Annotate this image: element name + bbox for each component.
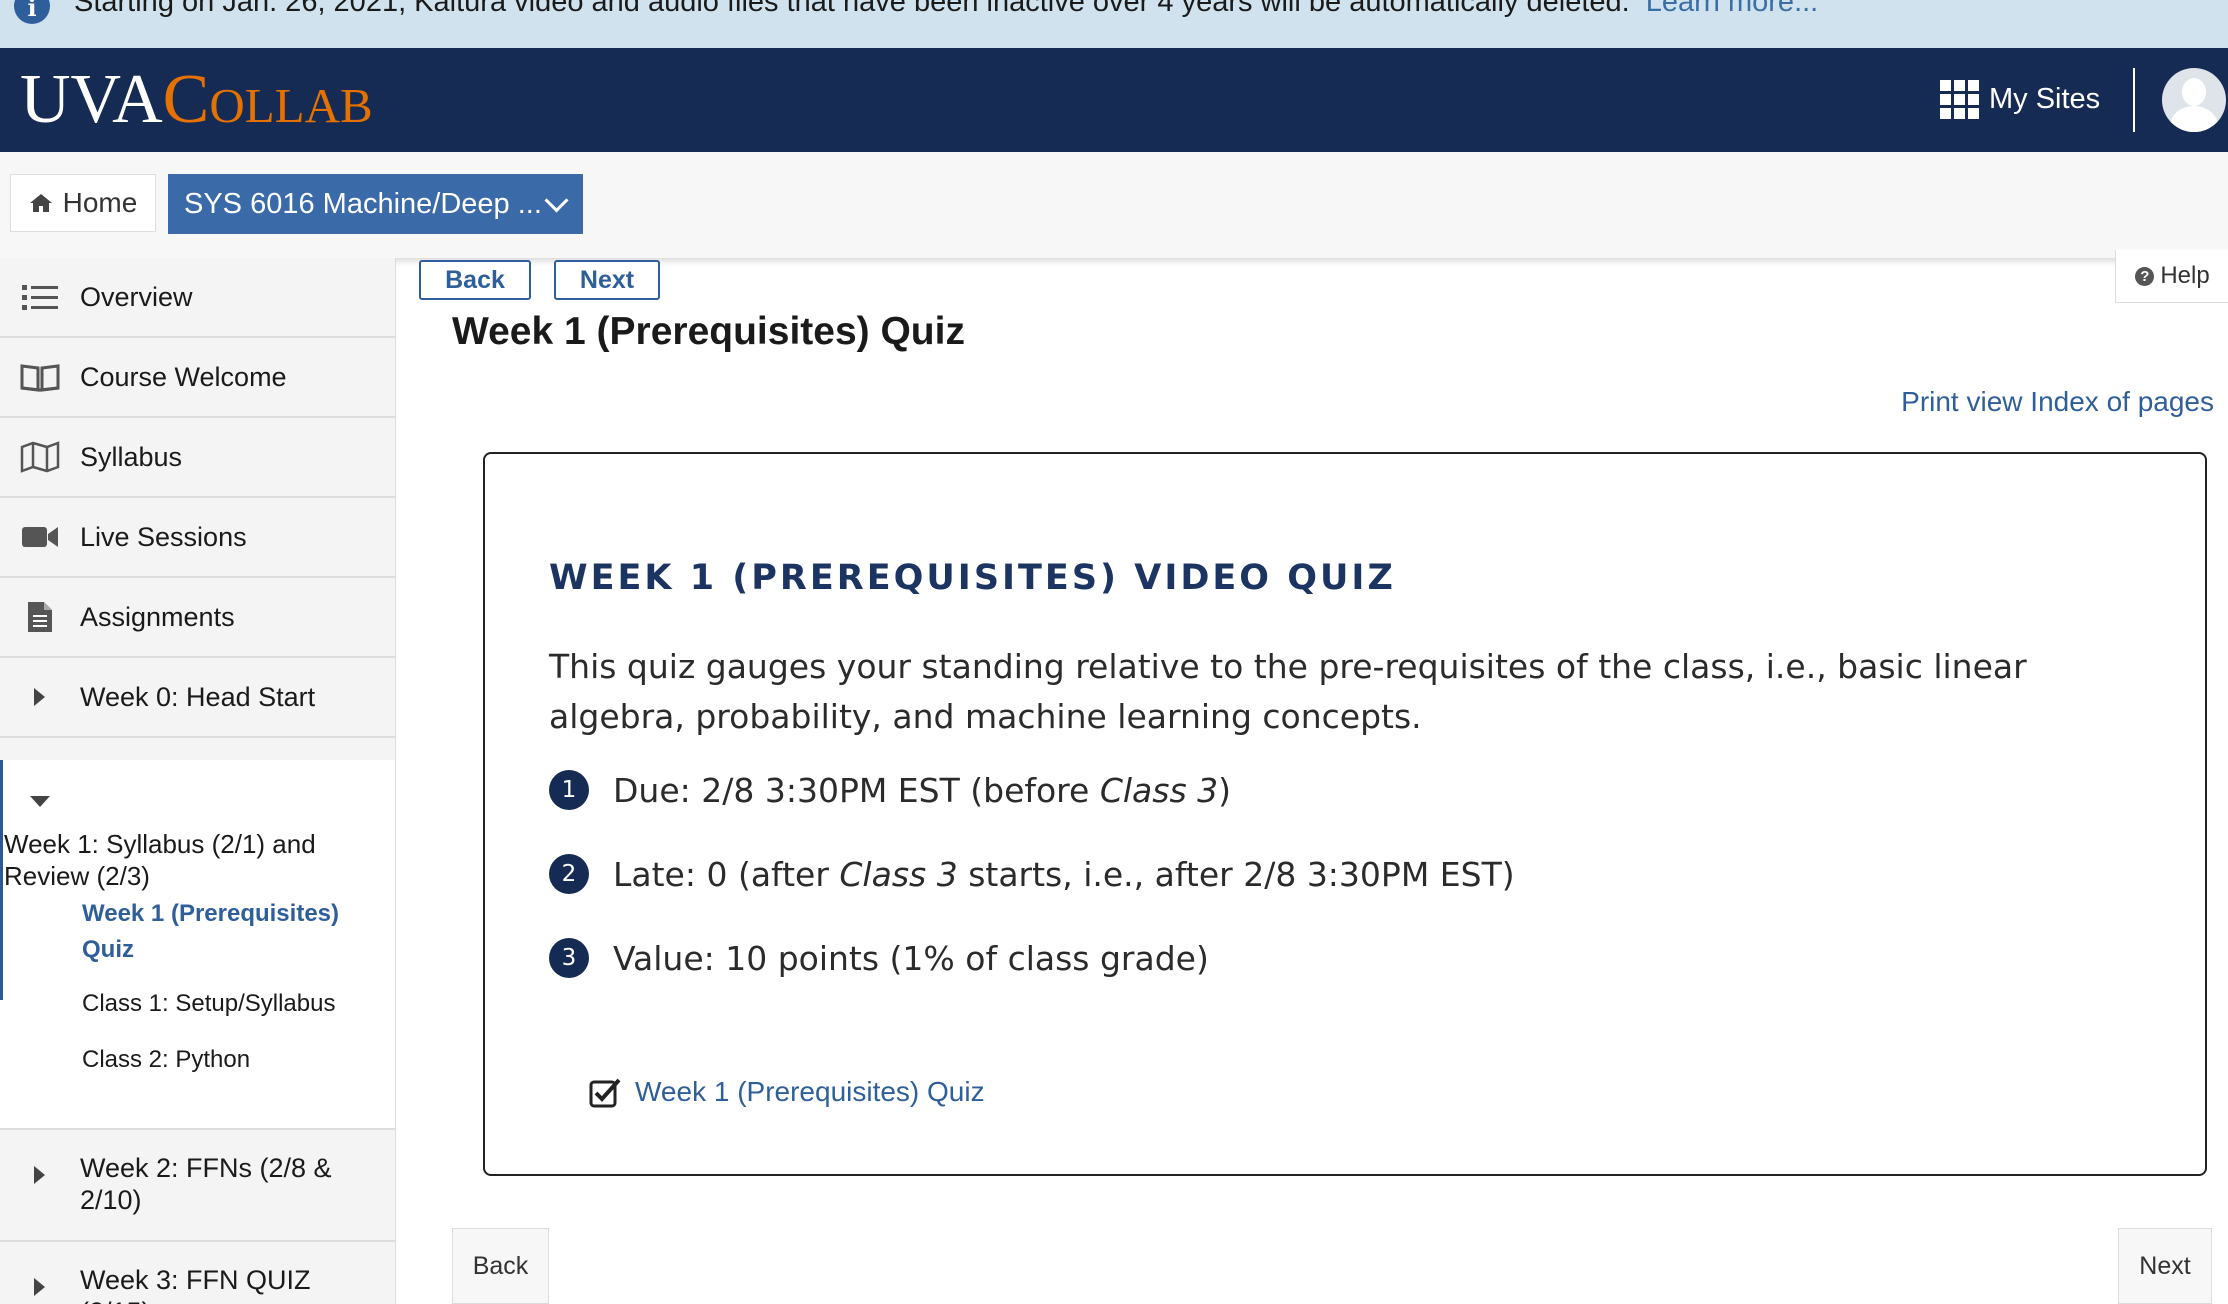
number-badge: 2 bbox=[549, 854, 589, 894]
site-nav: Home SYS 6016 Machine/Deep ... bbox=[0, 152, 2228, 259]
sidebar-item-week-1[interactable]: Week 1: Syllabus (2/1) and Review (2/3) bbox=[4, 828, 344, 892]
list-item-text: Due: 2/8 3:30PM EST (before Class 3) bbox=[613, 770, 1232, 810]
bottom-back-button[interactable]: Back bbox=[452, 1228, 549, 1304]
logo-collab-text: Collab bbox=[162, 61, 373, 138]
sidebar: Overview Course Welcome Syllabus Live Se… bbox=[0, 258, 396, 1304]
my-sites-label: My Sites bbox=[1989, 82, 2101, 115]
avatar[interactable] bbox=[2162, 68, 2226, 132]
quiz-link-label: Week 1 (Prerequisites) Quiz bbox=[635, 1076, 985, 1107]
content-description: This quiz gauges your standing relative … bbox=[549, 647, 2027, 736]
learn-more-link[interactable]: Learn more... bbox=[1646, 0, 1818, 18]
question-circle-icon: ? bbox=[2135, 266, 2155, 286]
sidebar-item-week-3[interactable]: Week 3: FFN QUIZ (2/15) bbox=[0, 1242, 395, 1304]
number-badge: 3 bbox=[549, 938, 589, 978]
list-item: 2 Late: 0 (after Class 3 starts, i.e., a… bbox=[549, 852, 1515, 896]
sidebar-item-week-0[interactable]: Week 0: Head Start bbox=[0, 658, 395, 738]
home-icon bbox=[29, 194, 52, 212]
notice-banner: i Starting on Jan. 26, 2021, Kaltura vid… bbox=[0, 0, 2228, 48]
sidebar-week-1-section: Week 1: Syllabus (2/1) and Review (2/3) … bbox=[0, 760, 395, 1130]
sidebar-item-label: Overview bbox=[80, 281, 193, 312]
sidebar-item-assignments[interactable]: Assignments bbox=[0, 578, 395, 658]
chevron-down-icon bbox=[544, 188, 569, 213]
site-header: UVACollab My Sites bbox=[0, 48, 2228, 152]
caret-right-icon bbox=[34, 1278, 45, 1296]
sidebar-item-label: Week 2: FFNs (2/8 & 2/10) bbox=[80, 1153, 332, 1215]
document-icon bbox=[20, 600, 60, 634]
print-view-link[interactable]: Print view bbox=[1901, 386, 2022, 417]
list-item: 3 Value: 10 points (1% of class grade) bbox=[549, 936, 1209, 980]
sidebar-item-syllabus[interactable]: Syllabus bbox=[0, 418, 395, 498]
current-site-label: SYS 6016 Machine/Deep ... bbox=[184, 187, 542, 220]
logo-uva-text: UVA bbox=[20, 61, 163, 138]
checkbox-checked-icon bbox=[589, 1078, 621, 1108]
list-icon bbox=[20, 280, 60, 314]
back-button[interactable]: Back bbox=[419, 260, 531, 300]
map-icon bbox=[20, 440, 60, 474]
info-icon: i bbox=[14, 0, 50, 24]
uvacollab-logo[interactable]: UVACollab bbox=[20, 62, 373, 138]
home-button[interactable]: Home bbox=[10, 174, 156, 232]
open-book-icon bbox=[20, 360, 60, 394]
content-heading: WEEK 1 (PREREQUISITES) VIDEO QUIZ bbox=[549, 558, 1396, 598]
home-label: Home bbox=[62, 187, 138, 218]
current-site-dropdown[interactable]: SYS 6016 Machine/Deep ... bbox=[168, 174, 583, 234]
notice-message: Starting on Jan. 26, 2021, Kaltura video… bbox=[74, 0, 1630, 18]
page-links: Print view Index of pages bbox=[1901, 386, 2214, 418]
sidebar-item-course-welcome[interactable]: Course Welcome bbox=[0, 338, 395, 418]
number-badge: 1 bbox=[549, 770, 589, 810]
sidebar-subitem-week-1-quiz[interactable]: Week 1 (Prerequisites) Quiz bbox=[82, 896, 372, 968]
active-section-indicator bbox=[0, 760, 3, 1000]
caret-down-icon[interactable] bbox=[30, 796, 50, 807]
sidebar-item-label: Syllabus bbox=[80, 441, 183, 472]
bottom-next-button[interactable]: Next bbox=[2118, 1228, 2212, 1304]
sidebar-item-week-2[interactable]: Week 2: FFNs (2/8 & 2/10) bbox=[0, 1130, 395, 1242]
grid-icon bbox=[1940, 79, 1979, 119]
sidebar-item-label: Assignments bbox=[80, 601, 235, 632]
quiz-link[interactable]: Week 1 (Prerequisites) Quiz bbox=[589, 1076, 985, 1108]
content-box: WEEK 1 (PREREQUISITES) VIDEO QUIZ This q… bbox=[483, 452, 2207, 1176]
video-camera-icon bbox=[20, 520, 60, 554]
caret-right-icon bbox=[34, 688, 45, 706]
list-item-text: Late: 0 (after Class 3 starts, i.e., aft… bbox=[613, 854, 1515, 894]
notice-text: Starting on Jan. 26, 2021, Kaltura video… bbox=[74, 0, 1818, 19]
sidebar-item-label: Week 3: FFN QUIZ (2/15) bbox=[80, 1265, 311, 1304]
sidebar-item-overview[interactable]: Overview bbox=[0, 258, 395, 338]
header-divider bbox=[2133, 68, 2135, 132]
caret-right-icon bbox=[34, 1166, 45, 1184]
sidebar-subitem-class-1[interactable]: Class 1: Setup/Syllabus bbox=[82, 986, 335, 1022]
help-button[interactable]: ? Help bbox=[2115, 250, 2228, 303]
sidebar-item-label: Week 0: Head Start bbox=[80, 681, 316, 712]
index-of-pages-link[interactable]: Index of pages bbox=[2030, 386, 2214, 417]
sidebar-subitem-class-2[interactable]: Class 2: Python bbox=[82, 1042, 250, 1078]
my-sites-button[interactable]: My Sites bbox=[1940, 79, 2100, 119]
page-title: Week 1 (Prerequisites) Quiz bbox=[452, 310, 965, 353]
sidebar-item-live-sessions[interactable]: Live Sessions bbox=[0, 498, 395, 578]
list-item: 1 Due: 2/8 3:30PM EST (before Class 3) bbox=[549, 768, 1231, 812]
sidebar-item-label: Live Sessions bbox=[80, 521, 247, 552]
list-item-text: Value: 10 points (1% of class grade) bbox=[613, 938, 1209, 978]
sidebar-item-label: Course Welcome bbox=[80, 361, 287, 392]
next-button[interactable]: Next bbox=[554, 260, 660, 300]
help-label: Help bbox=[2160, 262, 2210, 289]
